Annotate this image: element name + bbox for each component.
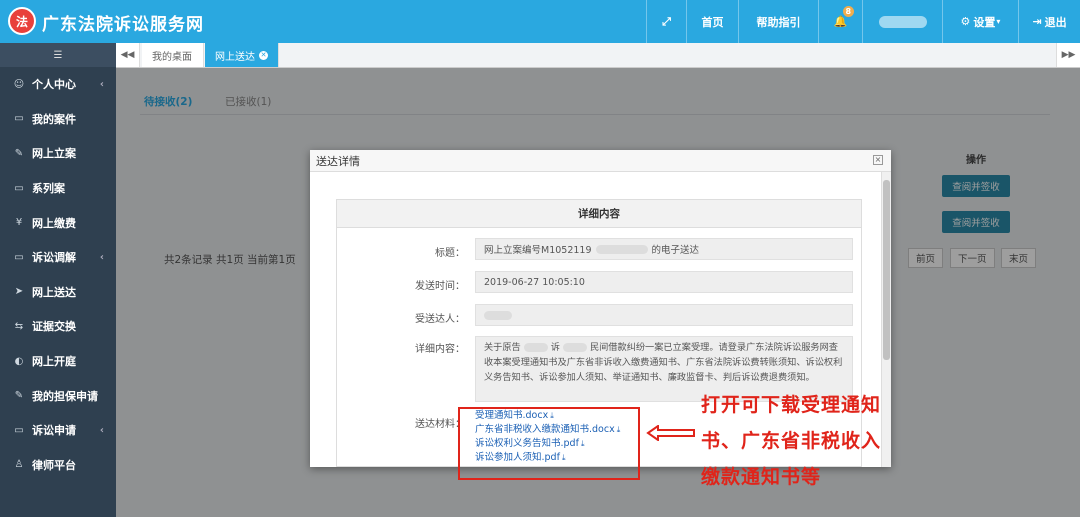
detail-part-1: 关于原告 [484, 342, 521, 353]
settings-menu[interactable]: ⚙ 设置 ▾ [942, 0, 1018, 43]
tab-desktop[interactable]: 我的桌面 [142, 43, 204, 67]
gear-icon: ⚙ [960, 15, 971, 28]
sidebar-item[interactable]: ➤ 网上送达 [0, 275, 116, 310]
sidebar-item-icon: ➤ [14, 286, 24, 298]
send-time-value: 2019-06-27 10:05:10 [475, 271, 853, 293]
sidebar-toggle[interactable]: ☰ [0, 43, 116, 67]
sidebar-item-label: 律师平台 [32, 458, 76, 472]
sidebar-item-icon: ▭ [14, 424, 24, 436]
notifications-button[interactable]: 🔔 8 [818, 0, 862, 43]
menu-icon: ☰ [53, 49, 63, 61]
sidebar-item-icon: ✎ [14, 390, 24, 402]
redacted-text [562, 343, 587, 352]
sidebar-item-label: 系列案 [32, 182, 65, 196]
subject-suffix: 的电子送达 [651, 245, 700, 256]
sidebar-item[interactable]: ☺ 个人中心 ‹ [0, 67, 116, 102]
user-menu[interactable] [862, 0, 942, 43]
annotation-note: 打开可下载受理通知书、广东省非税收入缴款通知书等 [701, 394, 882, 488]
expand-icon: ⤢ [662, 14, 671, 28]
panel-title: 详细内容 [337, 200, 861, 228]
files-label: 送达材料： [415, 419, 465, 430]
sidebar-item-icon: ▭ [14, 251, 24, 263]
sidebar-item[interactable]: ¥ 网上缴费 [0, 205, 116, 240]
sidebar-item-label: 网上缴费 [32, 216, 76, 230]
sidebar-item-label: 个人中心 [32, 78, 76, 92]
tabs-scroll-right-button[interactable]: ▶▶ [1056, 43, 1080, 67]
logout-label: 退出 [1044, 15, 1067, 29]
sidebar-item-label: 我的担保申请 [32, 389, 98, 403]
sidebar: ☰ ☺ 个人中心 ‹ ▭ 我的案件 ✎ 网上立案 ▭ 系列案 ¥ 网上缴费 ▭ 诉讼调解 ‹ ➤ 网上送达 ⇆ 证… [0, 43, 116, 517]
sidebar-item-icon: ¥ [15, 217, 23, 229]
sidebar-item[interactable]: ▭ 我的案件 [0, 102, 116, 137]
sidebar-item-label: 网上立案 [32, 147, 76, 161]
redacted-text [595, 244, 648, 254]
redacted-text [484, 310, 512, 320]
redacted-text [523, 343, 548, 352]
dialog-title: 送达详情 [316, 154, 360, 168]
tab-label: 网上送达 [215, 51, 255, 63]
tabs-bar: ◀◀ 我的桌面 网上送达 ✕ ▶▶ [116, 43, 1080, 68]
top-bar: 法 广东法院诉讼服务网 ⤢ 首页 帮助指引 🔔 8 ⚙ 设置 ▾ ⇥ 退出 [0, 0, 1080, 43]
nav-help[interactable]: 帮助指引 [738, 0, 818, 43]
recipient-value [475, 304, 853, 326]
send-time-label: 发送时间： [415, 281, 465, 292]
subject-prefix: 网上立案编号M1052119 [484, 245, 592, 256]
sidebar-item[interactable]: ✎ 我的担保申请 [0, 378, 116, 413]
double-right-icon: ▶▶ [1061, 50, 1076, 60]
court-logo: 法 [8, 7, 36, 35]
chevron-left-icon: ‹ [99, 424, 104, 436]
sidebar-item[interactable]: ⇆ 证据交换 [0, 309, 116, 344]
dialog-close-icon[interactable]: × [873, 155, 883, 165]
bell-icon: 🔔 [833, 15, 848, 28]
logout-button[interactable]: ⇥ 退出 [1018, 0, 1080, 43]
nav-home[interactable]: 首页 [686, 0, 738, 43]
sidebar-item-label: 我的案件 [32, 112, 76, 126]
sidebar-item[interactable]: ◐ 网上开庭 [0, 344, 116, 379]
sidebar-item-icon: ▭ [14, 182, 24, 194]
tab-online-delivery[interactable]: 网上送达 ✕ [205, 43, 279, 67]
sidebar-item-label: 诉讼申请 [32, 424, 76, 438]
fullscreen-button[interactable]: ⤢ [646, 0, 686, 43]
sidebar-item[interactable]: ✎ 网上立案 [0, 136, 116, 171]
sidebar-item-icon: ◐ [14, 355, 24, 367]
sidebar-item-icon: ☺ [13, 78, 25, 90]
sidebar-item[interactable]: ▭ 诉讼调解 ‹ [0, 240, 116, 275]
tabs-scroll-left-button[interactable]: ◀◀ [116, 43, 140, 67]
dialog-header: 送达详情 × [310, 150, 891, 172]
detail-part-2: 诉 [550, 342, 560, 353]
chevron-left-icon: ‹ [99, 251, 104, 263]
sidebar-item-icon: ⇆ [14, 320, 24, 332]
sidebar-item-icon: ✎ [14, 147, 24, 159]
sidebar-item[interactable]: ♙ 律师平台 [0, 448, 116, 483]
subject-value: 网上立案编号M1052119 的电子送达 [475, 238, 853, 260]
dialog-scrollbar[interactable] [881, 172, 891, 467]
sidebar-item-label: 证据交换 [32, 320, 76, 334]
sidebar-item-label: 网上开庭 [32, 355, 76, 369]
caret-down-icon: ▾ [996, 17, 1001, 26]
recipient-label: 受送达人： [415, 314, 465, 325]
site-title: 广东法院诉讼服务网 [42, 15, 204, 35]
sidebar-item[interactable]: ▭ 系列案 [0, 171, 116, 206]
double-left-icon: ◀◀ [120, 50, 135, 60]
redacted-username [878, 15, 927, 28]
sidebar-item[interactable]: ▭ 诉讼申请 ‹ [0, 413, 116, 448]
sidebar-item-icon: ▭ [14, 113, 24, 125]
tab-close-icon[interactable]: ✕ [259, 50, 268, 60]
tab-label: 我的桌面 [152, 51, 192, 63]
arrow-icon [646, 425, 695, 441]
sidebar-item-icon: ♙ [14, 459, 24, 471]
sidebar-menu: ☺ 个人中心 ‹ ▭ 我的案件 ✎ 网上立案 ▭ 系列案 ¥ 网上缴费 ▭ 诉讼调解 ‹ ➤ 网上送达 ⇆ 证据交… [0, 67, 116, 482]
notification-badge: 8 [842, 6, 855, 17]
settings-label: 设置 [973, 15, 996, 29]
scrollbar-thumb[interactable] [883, 180, 890, 360]
logout-icon: ⇥ [1032, 15, 1042, 28]
sidebar-item-label: 网上送达 [32, 285, 76, 299]
detail-label: 详细内容： [415, 344, 465, 355]
sidebar-item-label: 诉讼调解 [32, 251, 76, 265]
top-nav: ⤢ 首页 帮助指引 🔔 8 ⚙ 设置 ▾ ⇥ 退出 [646, 0, 1080, 43]
subject-label: 标题： [435, 248, 465, 259]
chevron-left-icon: ‹ [99, 78, 104, 90]
highlight-box [458, 407, 640, 480]
